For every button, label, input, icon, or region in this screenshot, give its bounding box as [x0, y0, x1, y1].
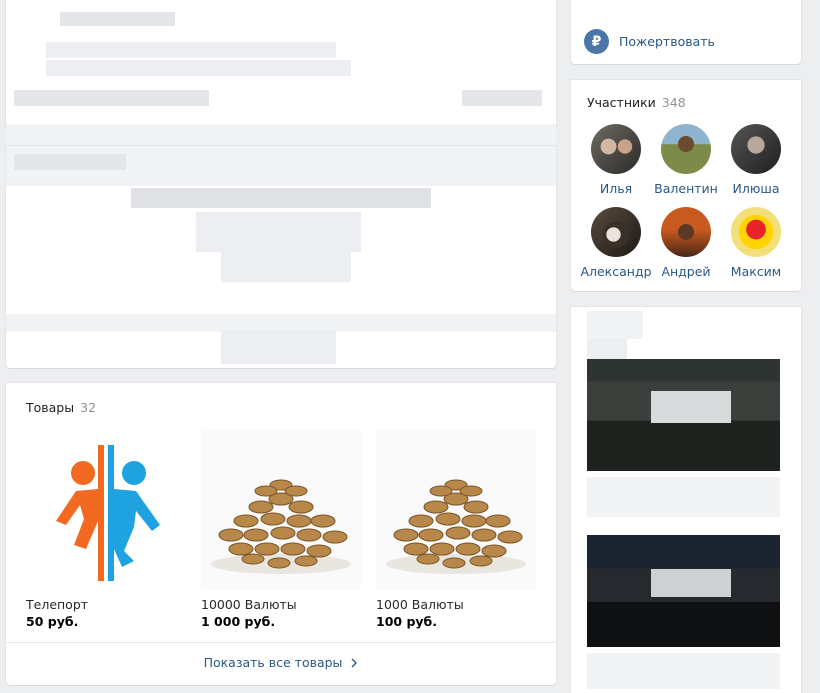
post-card-blurred-1	[6, 0, 556, 131]
donate-label: Пожертвовать	[619, 34, 715, 49]
blurred-content	[587, 477, 780, 517]
product-item[interactable]: Телепорт 50 руб.	[26, 429, 186, 629]
product-image	[26, 429, 186, 589]
blurred-content	[14, 90, 209, 106]
product-item[interactable]: 10000 Валюты 1 000 руб.	[201, 429, 361, 629]
blurred-image	[651, 391, 731, 423]
blurred-content	[221, 330, 336, 364]
blurred-image	[651, 569, 731, 597]
goods-count: 32	[80, 400, 97, 415]
product-image	[376, 429, 536, 589]
member-item[interactable]: Максим	[720, 207, 792, 279]
product-item[interactable]: 1000 Валюты 100 руб.	[376, 429, 536, 629]
portal-logo-icon	[26, 429, 186, 589]
member-item[interactable]: Илья	[580, 124, 652, 196]
product-price: 100 руб.	[376, 614, 438, 629]
member-name: Александр	[580, 264, 652, 279]
members-count: 348	[661, 95, 686, 110]
donate-button[interactable]: ₽ Пожертвовать	[584, 29, 715, 54]
member-item[interactable]: Илюша	[720, 124, 792, 196]
post-card-blurred-2	[6, 146, 556, 368]
blurred-content	[587, 311, 643, 339]
member-name: Андрей	[661, 264, 711, 279]
member-name: Илья	[599, 181, 633, 196]
blurred-content	[46, 42, 336, 58]
blurred-content	[131, 188, 431, 208]
blurred-content	[462, 90, 542, 106]
product-image	[201, 429, 361, 589]
goods-header[interactable]: Товары 32	[26, 397, 96, 416]
blurred-content	[46, 60, 351, 76]
members-title: Участники	[587, 95, 656, 110]
avatar	[731, 124, 781, 174]
blurred-content	[60, 12, 175, 26]
show-all-goods-link[interactable]: Показать все товары	[6, 642, 556, 685]
product-name: 1000 Валюты	[376, 597, 464, 612]
blurred-content	[587, 653, 780, 689]
blurred-sidebar-card	[571, 307, 801, 693]
coins-image	[376, 429, 536, 589]
chevron-right-icon	[351, 658, 358, 668]
member-item[interactable]: Александр	[580, 207, 652, 279]
avatar	[661, 207, 711, 257]
member-name: Максим	[730, 264, 782, 279]
avatar	[591, 207, 641, 257]
product-name: 10000 Валюты	[201, 597, 297, 612]
product-price: 50 руб.	[26, 614, 79, 629]
blurred-content	[14, 154, 126, 170]
ruble-icon: ₽	[584, 29, 609, 54]
show-all-label: Показать все товары	[203, 655, 343, 670]
blurred-content	[221, 252, 351, 282]
avatar	[661, 124, 711, 174]
coins-image	[201, 429, 361, 589]
avatar	[731, 207, 781, 257]
members-header[interactable]: Участники 348	[587, 92, 686, 111]
member-name: Илюша	[732, 181, 780, 196]
product-price: 1 000 руб.	[201, 614, 276, 629]
member-item[interactable]: Андрей	[650, 207, 722, 279]
avatar	[591, 124, 641, 174]
blurred-content	[587, 339, 627, 359]
goods-title: Товары	[26, 400, 75, 415]
blurred-content	[196, 212, 361, 252]
member-name: Валентин	[654, 181, 718, 196]
product-name: Телепорт	[26, 597, 89, 612]
member-item[interactable]: Валентин	[650, 124, 722, 196]
